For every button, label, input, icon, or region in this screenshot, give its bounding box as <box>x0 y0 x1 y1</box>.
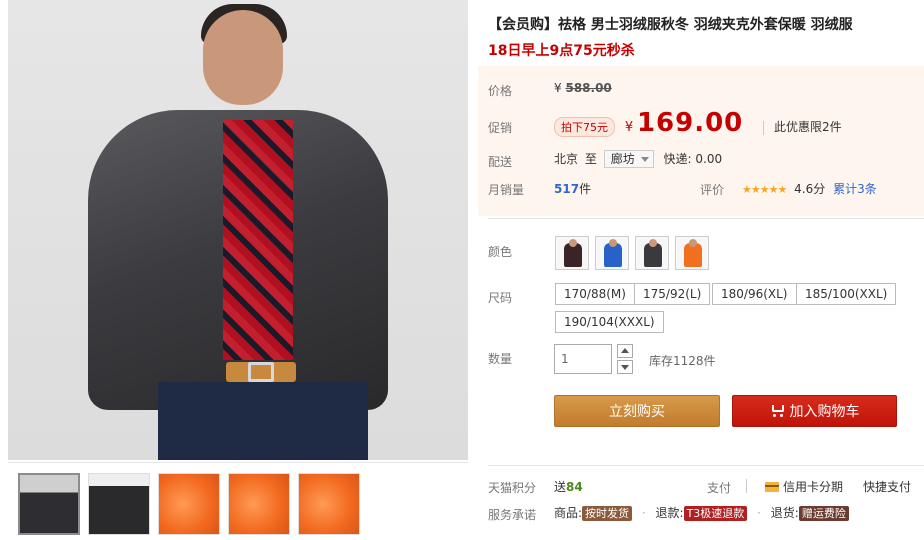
color-swatch-4[interactable] <box>675 236 709 270</box>
color-swatch-1[interactable] <box>555 236 589 270</box>
monthly-sales: 517件 <box>554 180 591 197</box>
ship-to-word: 至 <box>584 152 597 166</box>
thumbnail-3[interactable] <box>158 473 220 535</box>
sale-price-row: 拍下75元 ¥ 169.00 此优惠限2件 <box>554 108 842 138</box>
original-price-value: 588.00 <box>565 81 612 95</box>
express-fee: 快递: 0.00 <box>663 152 723 166</box>
rating-score: 4.6分 <box>794 182 826 196</box>
dot-separator: · <box>757 506 761 520</box>
quantity-up-icon[interactable] <box>617 344 633 358</box>
color-label: 颜色 <box>488 245 513 259</box>
section-divider <box>488 465 924 466</box>
thumbnail-1[interactable] <box>18 473 80 535</box>
points-label: 天猫积分 <box>488 481 537 495</box>
divider <box>763 120 765 135</box>
thumbnail-strip <box>8 462 468 540</box>
plaid-shirt-shape <box>223 120 293 360</box>
city-select[interactable]: 廊坊 <box>603 150 654 168</box>
reviews-link[interactable]: 累计3条 <box>833 182 877 196</box>
service-label: 服务承诺 <box>488 508 537 522</box>
points-row: 送84 <box>554 478 583 495</box>
color-swatch-3[interactable] <box>635 236 669 270</box>
sale-label: 促销 <box>488 121 513 135</box>
size-option[interactable]: 185/100(XXL) <box>796 283 897 305</box>
promo-text: 18日早上9点75元秒杀 <box>488 43 635 59</box>
points-value: 84 <box>566 480 583 494</box>
promo-pill: 拍下75元 <box>554 117 615 137</box>
refund-label: 退款: <box>655 506 684 520</box>
swatch-head <box>649 239 657 247</box>
head-shape <box>203 10 283 105</box>
price-label: 价格 <box>488 84 513 98</box>
quantity-input[interactable]: 1 <box>554 344 612 374</box>
jeans-shape <box>158 382 368 460</box>
credit-installment[interactable]: 信用卡分期 <box>765 478 843 495</box>
product-page: 【会员购】祛格 男士羽绒服秋冬 羽绒夹克外套保暖 羽绒服 18日早上9点75元秒… <box>0 0 924 540</box>
shipping-row: 北京 至 廊坊 快递: 0.00 <box>554 150 722 168</box>
thumbnail-4[interactable] <box>228 473 290 535</box>
size-option[interactable]: 175/92(L) <box>634 283 711 305</box>
credit-card-icon <box>765 482 779 492</box>
buckle-shape <box>248 362 274 382</box>
sales-count: 517 <box>554 182 580 196</box>
size-option[interactable]: 180/96(XL) <box>712 283 797 305</box>
yen-symbol: ¥ <box>554 81 562 95</box>
goods-tag[interactable]: 按时发货 <box>582 506 633 521</box>
product-title: 【会员购】祛格 男士羽绒服秋冬 羽绒夹克外套保暖 羽绒服 <box>488 17 853 33</box>
chevron-down-icon <box>640 157 649 162</box>
add-to-cart-label: 加入购物车 <box>789 404 860 420</box>
limit-text: 此优惠限2件 <box>773 120 842 134</box>
size-label: 尺码 <box>488 291 513 305</box>
buy-now-button[interactable]: 立刻购买 <box>554 395 720 427</box>
refund-tag[interactable]: T3极速退款 <box>683 506 748 521</box>
dot-separator: · <box>641 506 646 520</box>
points-send: 送 <box>554 480 567 494</box>
goods-label: 商品: <box>554 506 583 520</box>
sale-price: 169.00 <box>636 108 744 138</box>
thumbnail-2[interactable] <box>88 473 150 535</box>
cart-icon <box>770 405 784 417</box>
quantity-down-icon[interactable] <box>617 360 633 374</box>
add-to-cart-button[interactable]: 加入购物车 <box>732 395 897 427</box>
original-price: ¥ 588.00 <box>554 81 612 95</box>
sales-unit: 件 <box>579 182 592 196</box>
sale-yen-symbol: ¥ <box>624 120 634 135</box>
swatch-head <box>689 239 697 247</box>
thumbnail-5[interactable] <box>298 473 360 535</box>
city-value: 廊坊 <box>610 152 635 166</box>
stock-text: 库存1128件 <box>649 354 716 368</box>
color-swatch-2[interactable] <box>595 236 629 270</box>
ship-from: 北京 <box>554 152 579 166</box>
divider <box>746 479 747 493</box>
rating-label: 评价 <box>700 183 725 197</box>
star-rating-icon: ★★★★★ <box>742 183 787 196</box>
credit-installment-label: 信用卡分期 <box>783 480 844 494</box>
swatch-head <box>609 239 617 247</box>
swatch-head <box>569 239 577 247</box>
main-product-image[interactable] <box>8 0 468 460</box>
rating-row: ★★★★★ 4.6分 累计3条 <box>742 180 877 197</box>
service-row: 商品: 按时发货 · 退款: T3极速退款 · 退货: 赠运费险 <box>554 504 849 521</box>
section-divider <box>488 218 924 219</box>
payment-label: 支付 <box>707 481 732 495</box>
monthly-sales-label: 月销量 <box>488 183 525 197</box>
quantity-label: 数量 <box>488 352 513 366</box>
size-option[interactable]: 190/104(XXXL) <box>555 311 664 333</box>
size-option[interactable]: 170/88(M) <box>555 283 635 305</box>
shipping-label: 配送 <box>488 155 513 169</box>
quick-pay[interactable]: 快捷支付 <box>863 478 911 495</box>
return-tag[interactable]: 赠运费险 <box>798 506 849 521</box>
return-label: 退货: <box>770 506 799 520</box>
